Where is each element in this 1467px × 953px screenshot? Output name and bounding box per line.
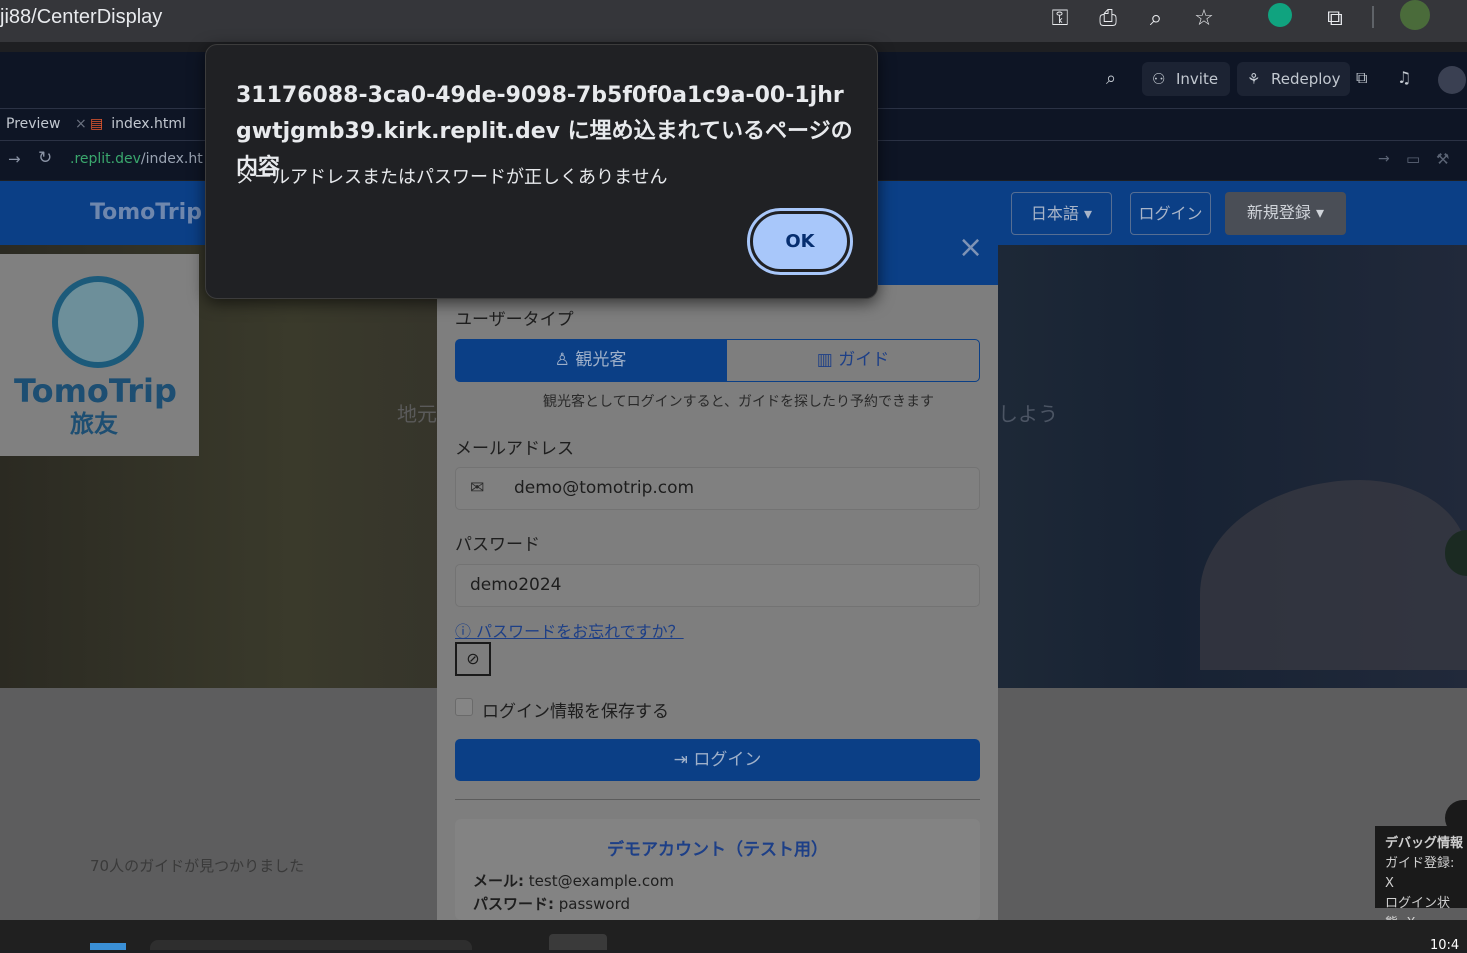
eye-slash-icon: ⊘ <box>466 649 480 668</box>
devices-icon[interactable]: ▭ <box>1406 150 1420 168</box>
logo-emblem <box>52 276 144 368</box>
notification-bell-icon[interactable]: ♫ <box>1397 68 1411 87</box>
chatgpt-extension-icon[interactable] <box>1268 3 1292 27</box>
go-arrow-icon[interactable]: → <box>1378 151 1390 167</box>
hero-subtitle-fragment: 地元 <box>397 402 437 426</box>
email-field[interactable]: demo@tomotrip.com <box>455 467 980 510</box>
password-label: パスワード <box>455 535 540 555</box>
search-icon[interactable]: ⌕ <box>1106 68 1116 89</box>
password-field[interactable]: demo2024 <box>455 564 980 607</box>
profile-avatar[interactable] <box>1400 0 1430 30</box>
bookmark-star-icon[interactable]: ☆ <box>1189 4 1219 34</box>
divider <box>455 799 980 800</box>
html-file-icon: ▤ <box>90 116 104 132</box>
password-key-icon[interactable]: ⚿ <box>1045 4 1075 34</box>
redeploy-button[interactable]: ⚘ Redeploy <box>1237 62 1350 96</box>
install-app-icon[interactable]: ⎙ <box>1093 4 1123 34</box>
demo-password-line: パスワード: password <box>473 895 630 913</box>
remember-label: ログイン情報を保存する <box>482 702 669 722</box>
site-brand[interactable]: TomoTrip <box>90 200 202 225</box>
tab-index-html[interactable]: ▤ index.html <box>84 110 192 138</box>
remember-checkbox[interactable] <box>455 698 473 716</box>
extensions-puzzle-icon[interactable]: ⧉ <box>1320 4 1350 34</box>
nav-login-button[interactable]: ログイン <box>1130 192 1211 235</box>
os-taskbar: 10:4 <box>0 920 1467 953</box>
login-submit-button[interactable]: ⇥ ログイン <box>455 739 980 781</box>
language-dropdown[interactable]: 日本語 ▾ <box>1011 192 1112 235</box>
tab-preview[interactable]: Preview × <box>0 110 93 138</box>
layers-icon[interactable]: ⧉ <box>1356 68 1367 88</box>
map-icon: ▥ <box>816 350 833 370</box>
signup-dropdown[interactable]: 新規登録 ▾ <box>1225 192 1346 235</box>
ok-button[interactable]: OK <box>747 208 853 275</box>
devtools-wrench-icon[interactable]: ⚒ <box>1436 150 1449 168</box>
zoom-icon[interactable]: ⌕ <box>1141 4 1171 34</box>
start-icon[interactable] <box>90 943 126 950</box>
debug-panel: デバッグ情報 ガイド登録: X ログイン状態: X <box>1375 826 1467 931</box>
hero-subtitle-fragment: しよう <box>998 402 1058 426</box>
question-circle-icon: ⓘ <box>455 622 472 641</box>
invite-button[interactable]: ⚇ Invite <box>1142 62 1230 96</box>
email-label: メールアドレス <box>455 439 574 459</box>
sign-in-icon: ⇥ <box>673 750 688 770</box>
user-avatar[interactable] <box>1438 66 1466 94</box>
taskbar-clock: 10:4 <box>1430 938 1460 953</box>
address-bar-url[interactable]: ji88/CenterDisplay <box>0 6 162 29</box>
tourist-toggle[interactable]: ♙ 観光客 <box>455 339 726 382</box>
preview-url[interactable]: .replit.dev/index.ht <box>70 151 203 167</box>
caret-down-icon: ▾ <box>1084 204 1093 223</box>
envelope-icon: ✉ <box>470 478 485 498</box>
user-icon: ♙ <box>554 350 570 370</box>
guide-toggle[interactable]: ▥ ガイド <box>726 339 980 382</box>
forward-arrow-icon[interactable]: → <box>8 150 21 168</box>
user-type-label: ユーザータイプ <box>455 310 574 330</box>
alert-dialog-message: メールアドレスまたはパスワードが正しくありません <box>236 167 668 188</box>
demo-account-title: デモアカウント（テスト用） <box>607 840 828 860</box>
deploy-icon: ⚘ <box>1247 70 1261 88</box>
taskbar-search[interactable] <box>150 940 472 950</box>
caret-down-icon: ▾ <box>1316 203 1325 222</box>
browser-toolbar <box>0 0 1467 42</box>
reload-icon[interactable]: ↻ <box>38 148 52 168</box>
tomotrip-logo: TomoTrip 旅友 <box>0 254 199 456</box>
guide-count: 70人のガイドが見つかりました <box>90 857 305 875</box>
taskbar-chrome-app[interactable] <box>549 934 607 950</box>
add-user-icon: ⚇ <box>1152 70 1166 88</box>
modal-close-button[interactable]: × <box>958 230 983 265</box>
demo-email-line: メール: test@example.com <box>473 872 674 890</box>
toolbar-divider <box>1372 6 1374 28</box>
tourist-hint: 観光客としてログインすると、ガイドを探したり予約できます <box>543 394 935 410</box>
forgot-password-link[interactable]: ⓘ パスワードをお忘れですか？ <box>455 618 684 642</box>
toggle-password-visibility-button[interactable]: ⊘ <box>455 642 491 676</box>
